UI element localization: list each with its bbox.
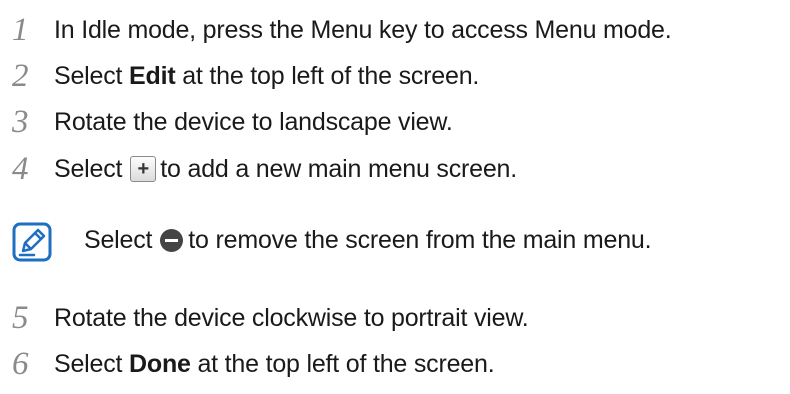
step-number: 2	[12, 58, 29, 94]
step-text: In Idle mode, press the Menu key to acce…	[54, 16, 672, 44]
note-text: Select to remove the screen from the mai…	[84, 218, 652, 262]
edit-label: Edit	[129, 62, 176, 90]
step-text: Rotate the device clockwise to portrait …	[54, 304, 529, 332]
step-text-post: at the top left of the screen.	[175, 62, 480, 90]
note-icon	[12, 222, 52, 262]
step-number: 6	[12, 346, 29, 382]
step-text-pre: Select	[54, 62, 130, 90]
note-text-pre: Select	[84, 226, 153, 254]
step-number: 5	[12, 300, 29, 336]
step-text-post: at the top left of the screen.	[190, 350, 495, 378]
note-text-post: to remove the screen from the main menu.	[188, 226, 652, 254]
minus-icon	[160, 228, 184, 252]
step-number: 1	[12, 12, 29, 48]
plus-icon: +	[130, 156, 157, 182]
step-text-pre: Select	[54, 350, 130, 378]
step-text: Select Done at the top left of the scree…	[54, 342, 495, 386]
step-text-post: to add a new main menu screen.	[160, 155, 518, 183]
step-text-pre: Select	[54, 155, 123, 183]
step-number: 4	[12, 151, 29, 187]
step-text: Rotate the device to landscape view.	[54, 108, 453, 136]
step-number: 3	[12, 104, 29, 140]
step-text: Select Edit at the top left of the scree…	[54, 54, 479, 98]
done-label: Done	[129, 350, 191, 378]
step-text: Select + to add a new main menu screen.	[54, 147, 517, 191]
